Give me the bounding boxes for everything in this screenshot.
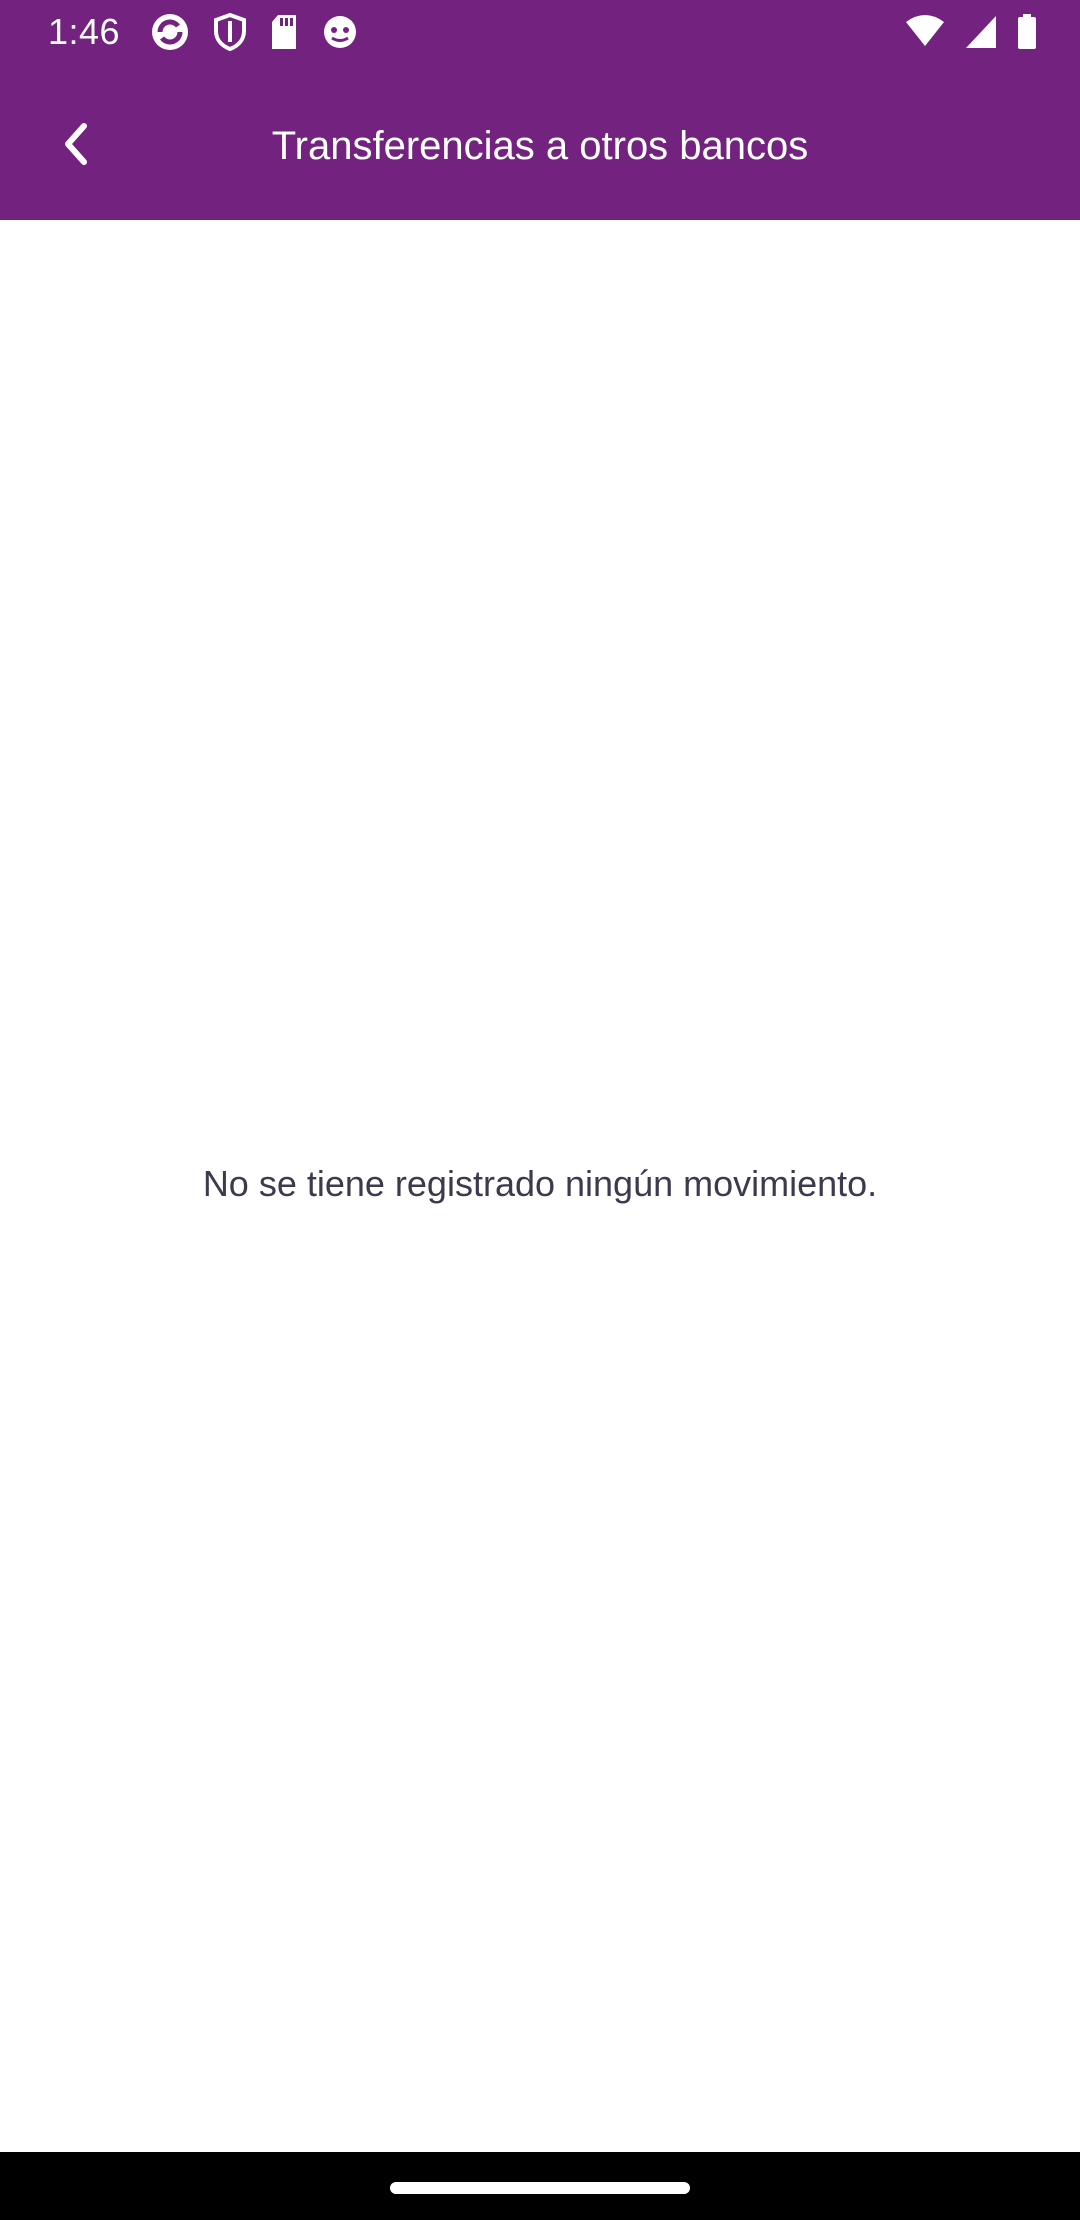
shield-icon [212, 12, 248, 52]
home-indicator[interactable] [390, 2182, 690, 2194]
status-bar: 1:46 [0, 0, 1080, 64]
sd-card-icon [268, 12, 300, 52]
status-notification-icons [148, 12, 360, 52]
status-system-icons [904, 12, 1038, 52]
sync-app-icon [148, 10, 192, 54]
screen: 1:46 Transferencias a otros bancos No se… [0, 0, 1080, 2220]
status-time: 1:46 [48, 11, 121, 52]
wifi-icon [904, 14, 946, 50]
system-navigation-bar [0, 2152, 1080, 2220]
app-bar: Transferencias a otros bancos [0, 64, 1080, 220]
empty-state-message: No se tiene registrado ningún movimiento… [202, 1163, 878, 1204]
face-app-icon [320, 12, 360, 52]
page-title: Transferencias a otros bancos [271, 124, 809, 168]
battery-icon [1016, 14, 1038, 50]
cellular-signal-icon [964, 14, 998, 50]
